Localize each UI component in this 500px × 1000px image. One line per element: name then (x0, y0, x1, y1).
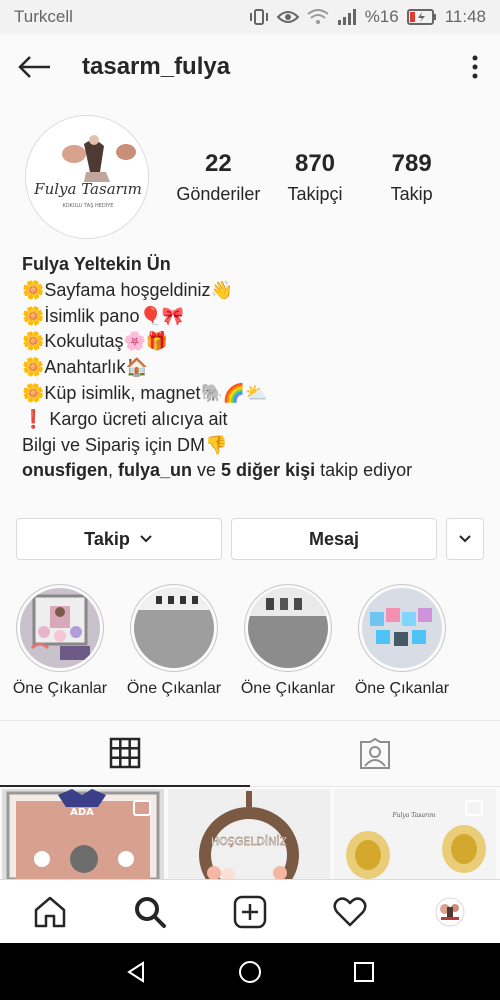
highlight-item[interactable]: Öne Çıkanlar (119, 584, 229, 698)
page-title: tasarm_fulya (82, 53, 231, 80)
highlight-ring (244, 584, 332, 672)
highlight-cover (248, 588, 328, 668)
post-text: ADA (70, 807, 94, 818)
back-button[interactable] (0, 34, 70, 100)
posts-label: Gönderiler (176, 184, 261, 204)
followers-label: Takipçi (287, 184, 343, 204)
following-button-label: Takip (84, 528, 130, 549)
highlight-label: Öne Çıkanlar (12, 680, 108, 697)
battery-percent: %16 (364, 7, 399, 26)
posts-count: 22 (204, 150, 232, 177)
avatar-logo-image: Fulya Tasarım KOKULU TAŞ HEDİYE (26, 116, 148, 238)
home-icon (34, 896, 66, 927)
chevron-down-icon (459, 535, 471, 543)
vibrate-icon (249, 9, 268, 25)
more-options-button[interactable] (450, 34, 500, 100)
post-thumbnail[interactable]: HOŞGELDİNİZ (168, 789, 330, 879)
profile-avatar[interactable]: Fulya Tasarım KOKULU TAŞ HEDİYE (25, 115, 149, 239)
bio-line: 🌼Küp isimlik, magnet🐘🌈⛅ (22, 382, 268, 403)
story-highlights: Öne Çıkanlar Öne Çıkanlar Öne Çıkanlar Ö… (0, 584, 500, 704)
clock: 11:48 (444, 7, 486, 26)
highlight-ring (16, 584, 104, 672)
profile-stats: 22 Gönderiler 870 Takipçi 789 Takip (170, 150, 490, 205)
highlight-label: Öne Çıkanlar (240, 680, 336, 697)
profile-avatar-icon (435, 897, 465, 926)
grid-icon (109, 737, 141, 769)
post-text: Fulya Tasarım (391, 812, 435, 819)
nav-home[interactable] (20, 882, 80, 942)
nav-new-post[interactable] (220, 882, 280, 942)
followed-by-suffix: takip ediyor (315, 460, 413, 481)
search-icon (135, 896, 166, 928)
bio-line: ❗ Kargo ücreti alıcıya ait (22, 408, 228, 429)
followed-by-text[interactable]: onusfigen, fulya_un ve 5 diğer kişi taki… (22, 458, 482, 484)
stat-followers[interactable]: 870 Takipçi (267, 150, 364, 205)
profile-full-name: Fulya Yeltekin Ün (22, 254, 171, 274)
following-count: 789 (391, 150, 432, 177)
post-thumbnail[interactable]: Fulya Tasarım (334, 789, 496, 879)
signal-icon (337, 9, 356, 25)
highlight-item[interactable]: Öne Çıkanlar (5, 584, 115, 698)
recents-square-icon[interactable] (352, 960, 376, 984)
following-label: Takip (390, 184, 433, 204)
bio-line: 🌼İsimlik pano🎈🎀 (22, 305, 185, 326)
nav-activity[interactable] (320, 882, 380, 942)
nav-search[interactable] (120, 882, 180, 942)
post-text: HOŞGELDİNİZ (211, 835, 288, 848)
suggested-accounts-button[interactable] (446, 518, 484, 560)
followed-by-and: ve (192, 460, 222, 481)
message-button-label: Mesaj (308, 528, 360, 549)
status-icons: %16 11:48 (249, 7, 486, 27)
followed-by-separator: , (108, 460, 119, 481)
bio-line: Bilgi ve Sipariş için DM👎 (22, 434, 228, 455)
status-bar: Turkcell %16 11:48 (0, 0, 500, 34)
bio-line: 🌼Anahtarlık🏠 (22, 357, 148, 378)
bio-line: 🌼Sayfama hoşgeldiniz👋 (22, 279, 233, 300)
avatar-logo-subtitle: KOKULU TAŞ HEDİYE (63, 202, 114, 209)
heart-icon (333, 896, 367, 926)
highlight-ring (130, 584, 218, 672)
highlight-ring (358, 584, 446, 672)
eye-icon (276, 11, 299, 23)
stat-posts[interactable]: 22 Gönderiler (170, 150, 267, 205)
back-triangle-icon[interactable] (124, 960, 148, 984)
profile-top-bar: tasarm_fulya (0, 34, 500, 100)
vertical-dots-icon (472, 55, 478, 79)
highlight-cover (134, 588, 214, 668)
followed-by-others-link[interactable]: 5 diğer kişi (221, 460, 315, 480)
profile-bio: Fulya Yeltekin Ün 🌼Sayfama hoşgeldiniz👋 … (22, 252, 482, 484)
profile-tabs (0, 721, 500, 787)
bottom-navigation (0, 879, 500, 943)
tab-posts-grid[interactable] (0, 721, 250, 787)
system-navigation-bar (0, 943, 500, 1000)
arrow-left-icon (18, 56, 50, 78)
bio-line: 🌼Kokulutaş🌸🎁 (22, 331, 169, 352)
highlight-cover (362, 588, 442, 668)
message-button[interactable]: Mesaj (231, 518, 437, 560)
highlight-label: Öne Çıkanlar (126, 680, 222, 697)
highlight-cover (20, 588, 100, 668)
chevron-down-icon (140, 535, 152, 543)
battery-icon (406, 9, 436, 25)
highlight-item[interactable]: Öne Çıkanlar (233, 584, 343, 698)
nav-profile[interactable] (420, 882, 480, 942)
followers-count: 870 (294, 150, 336, 177)
followed-by-user-link[interactable]: onusfigen (22, 460, 108, 480)
avatar-logo-title: Fulya Tasarım (33, 180, 142, 198)
followed-by-user-link[interactable]: fulya_un (118, 460, 192, 480)
highlight-label: Öne Çıkanlar (354, 680, 450, 697)
tagged-person-icon (360, 737, 390, 769)
stat-following[interactable]: 789 Takip (363, 150, 460, 205)
post-thumbnail[interactable]: ADA (2, 789, 164, 879)
home-circle-icon[interactable] (237, 959, 263, 985)
profile-header: Fulya Tasarım KOKULU TAŞ HEDİYE 22 Gönde… (0, 100, 500, 248)
posts-grid: ADA HOŞGELDİNİZ Fulya Tasarım (0, 789, 500, 879)
wifi-icon (307, 9, 329, 24)
profile-actions: Takip Mesaj (16, 518, 484, 560)
following-button[interactable]: Takip (16, 518, 222, 560)
highlight-item[interactable]: Öne Çıkanlar (347, 584, 457, 698)
carrier-name: Turkcell (14, 7, 73, 26)
tab-tagged[interactable] (250, 721, 500, 787)
add-post-icon (233, 895, 267, 928)
